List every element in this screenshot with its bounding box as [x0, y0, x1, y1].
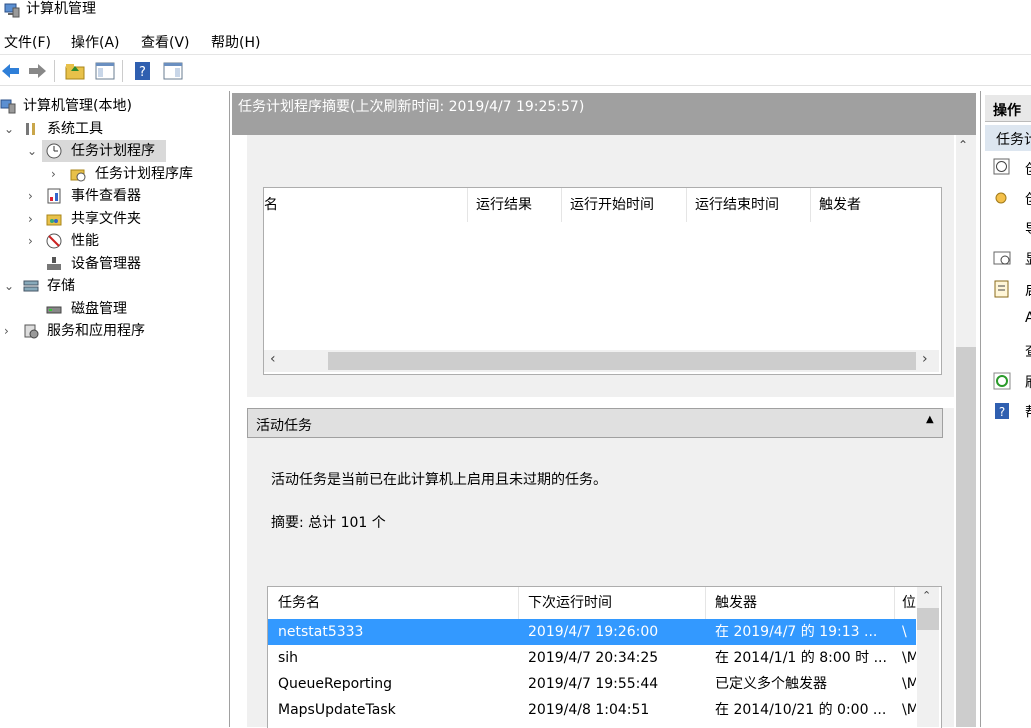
task-status-table: 名 运行结果 运行开始时间 运行结束时间 触发者: [263, 187, 942, 375]
actions-section-header[interactable]: 任务计: [985, 125, 1031, 151]
event-viewer-icon: [47, 188, 61, 204]
table-row[interactable]: sih 2019/4/7 20:34:25 在 2014/1/1 的 8:00 …: [268, 645, 916, 671]
toolbar-divider: [54, 60, 55, 82]
tools-icon: [26, 123, 35, 135]
column-header[interactable]: 下次运行时间: [519, 587, 706, 619]
back-arrow-icon[interactable]: [0, 60, 22, 82]
actions-header: 操作: [985, 95, 1031, 122]
menu-file[interactable]: 文件(F): [4, 32, 51, 52]
refresh-icon: [993, 372, 1011, 390]
column-header[interactable]: 触发器: [706, 587, 895, 619]
column-header[interactable]: 运行结果: [468, 188, 562, 222]
collapse-arrow-icon[interactable]: ▲: [926, 414, 934, 425]
column-header[interactable]: 名: [264, 188, 468, 222]
computer-management-icon: [4, 3, 20, 18]
display-tasks-icon: [993, 251, 1011, 265]
scroll-up-arrow-icon[interactable]: ⌃: [922, 589, 931, 602]
scrollbar-thumb[interactable]: [917, 608, 939, 630]
performance-icon: [46, 233, 62, 249]
active-tasks-description: 活动任务是当前已在此计算机上启用且未过期的任务。: [271, 472, 607, 488]
scrollbar-thumb[interactable]: [328, 352, 916, 370]
create-basic-task-icon: [993, 158, 1010, 175]
action-item[interactable]: 导: [1025, 219, 1031, 239]
computer-management-icon: [0, 99, 16, 114]
action-item[interactable]: 查: [1025, 341, 1031, 361]
menu-view[interactable]: 查看(V): [141, 32, 190, 52]
action-item[interactable]: 刷: [1025, 372, 1031, 392]
action-item[interactable]: 帮: [1025, 402, 1031, 422]
table-row[interactable]: QueueReporting 2019/4/7 19:55:44 已定义多个触发…: [268, 671, 916, 697]
action-item[interactable]: 启: [1025, 280, 1031, 300]
column-header[interactable]: 触发者: [811, 188, 939, 222]
actions-pane: 操作 任务计 创 创 导 显 启 A 查 刷 ? 帮: [980, 91, 1031, 727]
services-icon: [24, 324, 39, 339]
chevron-right-icon[interactable]: ›: [4, 320, 9, 342]
chevron-right-icon[interactable]: ›: [28, 208, 33, 230]
menu-action[interactable]: 操作(A): [71, 32, 120, 52]
svg-text:?: ?: [139, 65, 146, 80]
navigation-tree: 计算机管理(本地) ⌄ 系统工具 ⌄ 任务计划程序 › 任务计划程序库 › 事件…: [0, 91, 230, 727]
enable-history-icon: [994, 280, 1009, 298]
table-row[interactable]: netstat5333 2019/4/7 19:26:00 在 2019/4/7…: [268, 619, 916, 645]
device-manager-icon: [47, 257, 61, 270]
action-item[interactable]: A: [1025, 310, 1031, 326]
action-item[interactable]: 创: [1025, 189, 1031, 209]
title-bar: 计算机管理: [0, 0, 1031, 24]
create-task-icon: [995, 192, 1007, 204]
folder-clock-icon: [70, 169, 86, 182]
toolbar: ?: [0, 56, 1031, 86]
show-hide-action-pane-icon[interactable]: [162, 60, 184, 82]
chevron-right-icon[interactable]: ›: [51, 163, 56, 185]
menu-help[interactable]: 帮助(H): [211, 32, 260, 52]
column-header[interactable]: 位: [895, 587, 918, 619]
scrollbar-thumb[interactable]: [956, 347, 976, 727]
summary-header: 任务计划程序摘要(上次刷新时间: 2019/4/7 19:25:57): [232, 93, 976, 135]
svg-text:?: ?: [999, 405, 1005, 419]
active-tasks-summary: 摘要: 总计 101 个: [271, 515, 386, 531]
chevron-right-icon[interactable]: ›: [28, 230, 33, 252]
chevron-right-icon[interactable]: ›: [28, 185, 33, 207]
help-icon: ?: [995, 403, 1009, 419]
vertical-scrollbar[interactable]: ⌃: [917, 587, 939, 727]
column-header[interactable]: 运行结束时间: [687, 188, 811, 222]
chevron-down-icon[interactable]: ⌄: [4, 118, 14, 140]
show-hide-tree-icon[interactable]: [94, 60, 116, 82]
scroll-up-arrow-icon[interactable]: ⌃: [958, 138, 968, 152]
action-item[interactable]: 创: [1025, 159, 1031, 179]
table-row[interactable]: MapsUpdateTask 2019/4/8 1:04:51 在 2014/1…: [268, 697, 916, 723]
column-header[interactable]: 任务名: [268, 587, 519, 619]
storage-icon: [23, 280, 39, 292]
chevron-down-icon[interactable]: ⌄: [4, 275, 14, 297]
help-icon[interactable]: ?: [132, 60, 154, 82]
scroll-left-arrow-icon[interactable]: ‹: [270, 351, 276, 367]
menu-bar: 文件(F) 操作(A) 查看(V) 帮助(H): [0, 28, 1031, 55]
chevron-down-icon[interactable]: ⌄: [27, 140, 37, 162]
shared-folder-icon: [46, 214, 62, 226]
disk-icon: [46, 306, 62, 314]
action-item[interactable]: 显: [1025, 249, 1031, 269]
up-folder-icon[interactable]: [64, 60, 86, 82]
scroll-right-arrow-icon[interactable]: ›: [922, 351, 928, 367]
column-header[interactable]: 运行开始时间: [562, 188, 687, 222]
active-tasks-table: 任务名 下次运行时间 触发器 位 netstat5333 2019/4/7 19…: [267, 586, 942, 728]
window-title: 计算机管理: [26, 1, 96, 17]
clock-icon: [46, 143, 62, 159]
forward-arrow-icon[interactable]: [26, 60, 48, 82]
toolbar-divider: [122, 60, 123, 82]
active-tasks-header[interactable]: 活动任务 ▲: [247, 408, 943, 438]
